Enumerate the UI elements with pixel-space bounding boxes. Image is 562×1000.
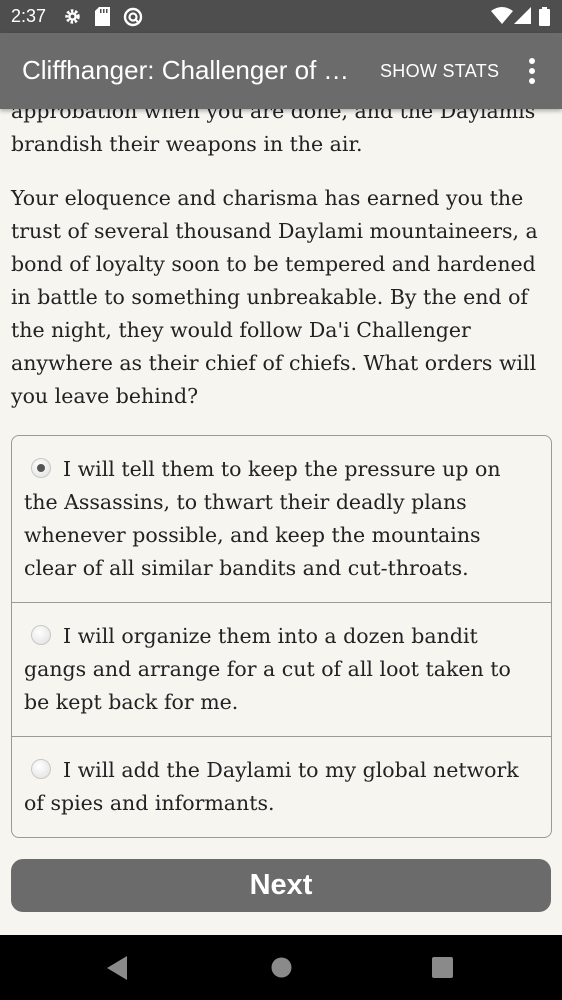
choice-option-3[interactable]: I will add the Daylami to my global netw… [12,736,551,837]
choice-option-1[interactable]: I will tell them to keep the pressure up… [12,436,551,602]
home-circle-icon[interactable] [271,957,292,978]
app-title: Cliffhanger: Challenger of Tomorrow [22,55,362,85]
back-triangle-icon[interactable] [107,956,129,980]
story-content[interactable]: approbation when you are done, and the D… [0,109,562,935]
next-button[interactable]: Next [11,859,551,912]
choice-label: I will tell them to keep the pressure up… [24,457,501,580]
radio-selected-icon[interactable] [31,458,51,478]
story-paragraph: Your eloquence and charisma has earned y… [11,186,538,408]
choice-option-2[interactable]: I will organize them into a dozen bandit… [12,602,551,736]
choice-list: I will tell them to keep the pressure up… [11,435,552,838]
signal-icon [514,7,531,24]
choice-label: I will add the Daylami to my global netw… [24,758,519,815]
status-bar: 2:37 [0,0,562,33]
circle-at-icon [123,7,143,27]
battery-icon [539,7,550,26]
gear-icon [65,9,80,24]
status-time: 2:37 [11,6,47,26]
show-stats-button[interactable]: SHOW STATS [380,61,499,82]
wifi-icon [491,7,513,24]
choice-label: I will organize them into a dozen bandit… [24,624,511,714]
story-paragraph-partial: approbation when you are done, and the D… [11,109,536,156]
sd-card-icon [95,7,110,26]
app-bar: Cliffhanger: Challenger of Tomorrow SHOW… [0,33,562,109]
more-vert-icon[interactable] [524,58,540,88]
navigation-bar [0,935,562,1000]
radio-unselected-icon[interactable] [31,759,51,779]
radio-unselected-icon[interactable] [31,625,51,645]
recents-square-icon[interactable] [432,957,453,978]
